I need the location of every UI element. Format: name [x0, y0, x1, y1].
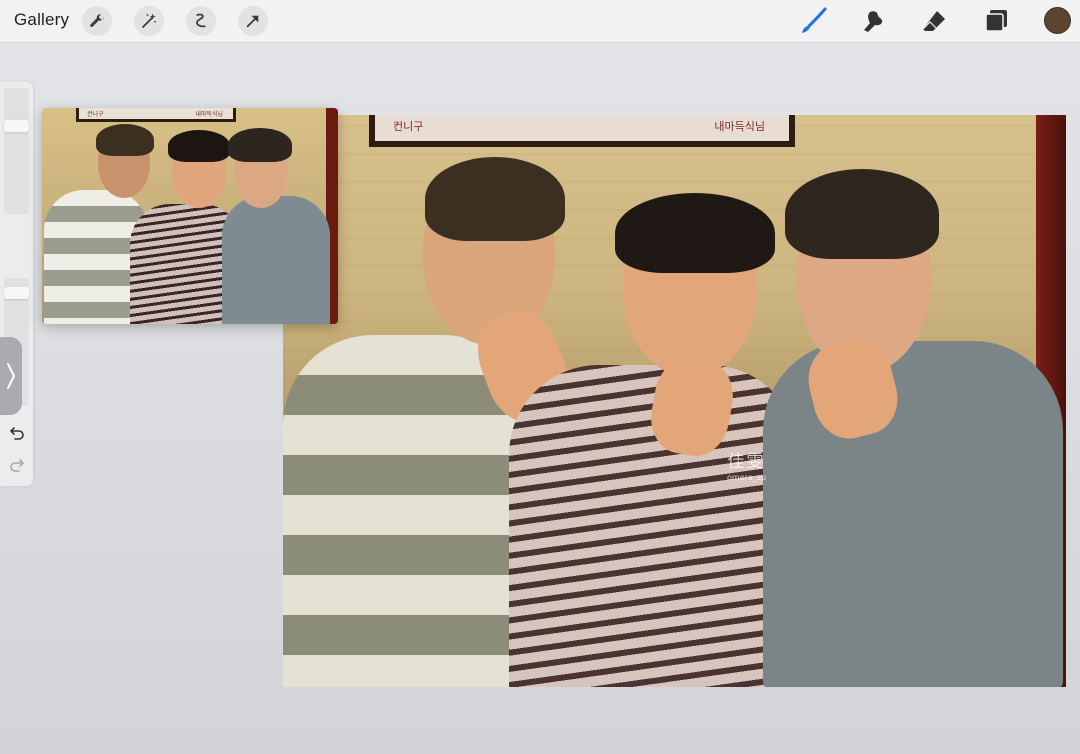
- left-sidebar: [0, 82, 33, 486]
- gallery-button[interactable]: Gallery: [14, 10, 69, 30]
- brush-size-slider-thumb[interactable]: [4, 119, 29, 132]
- eraser-icon: [922, 11, 945, 31]
- watermark-handle: omera_su: [727, 473, 767, 482]
- top-toolbar: Gallery: [0, 0, 1080, 42]
- selection-button[interactable]: [186, 6, 216, 36]
- transform-arrow-icon: [246, 15, 259, 28]
- smudge-icon: [864, 11, 883, 33]
- selection-icon: [196, 13, 206, 28]
- adjustments-button[interactable]: [134, 6, 164, 36]
- magic-wand-icon: [142, 13, 156, 28]
- undo-icon: [10, 427, 24, 440]
- reference-frame-text-left: 컨니구: [87, 112, 104, 118]
- eraser-tool-button[interactable]: [918, 5, 950, 37]
- wrench-icon: [90, 14, 104, 27]
- brush-tool-button[interactable]: [798, 5, 830, 37]
- brush-icon: [802, 7, 827, 33]
- frame-text-right: 내마득식님: [714, 121, 765, 133]
- brush-size-slider[interactable]: [4, 88, 29, 214]
- drawing-canvas[interactable]: 컨니구 내마득식님 佳雯 omera_su: [283, 115, 1066, 687]
- watermark-signature: 佳雯: [727, 452, 766, 472]
- frame-text-left: 컨니구: [393, 121, 424, 133]
- color-picker-button[interactable]: [1044, 7, 1071, 34]
- transform-button[interactable]: [238, 6, 268, 36]
- layers-icon: [985, 10, 1007, 32]
- artist-watermark: 佳雯 omera_su: [727, 447, 766, 482]
- redo-icon: [10, 459, 24, 472]
- undo-button[interactable]: [7, 423, 27, 443]
- smudge-tool-button[interactable]: [858, 5, 890, 37]
- actions-button[interactable]: [82, 6, 112, 36]
- chevron-right-icon: [7, 363, 15, 389]
- sidebar-toggle[interactable]: [0, 337, 22, 415]
- reference-frame-text-right: 내마득식님: [195, 112, 223, 118]
- redo-button[interactable]: [7, 455, 27, 475]
- reference-wall-frame: 컨니구 내마득식님: [76, 108, 236, 122]
- layers-button[interactable]: [980, 5, 1012, 37]
- reference-image-window[interactable]: 컨니구 내마득식님: [42, 108, 338, 324]
- brush-opacity-slider-thumb[interactable]: [4, 287, 29, 300]
- wall-picture-frame: 컨니구 내마득식님: [369, 115, 795, 147]
